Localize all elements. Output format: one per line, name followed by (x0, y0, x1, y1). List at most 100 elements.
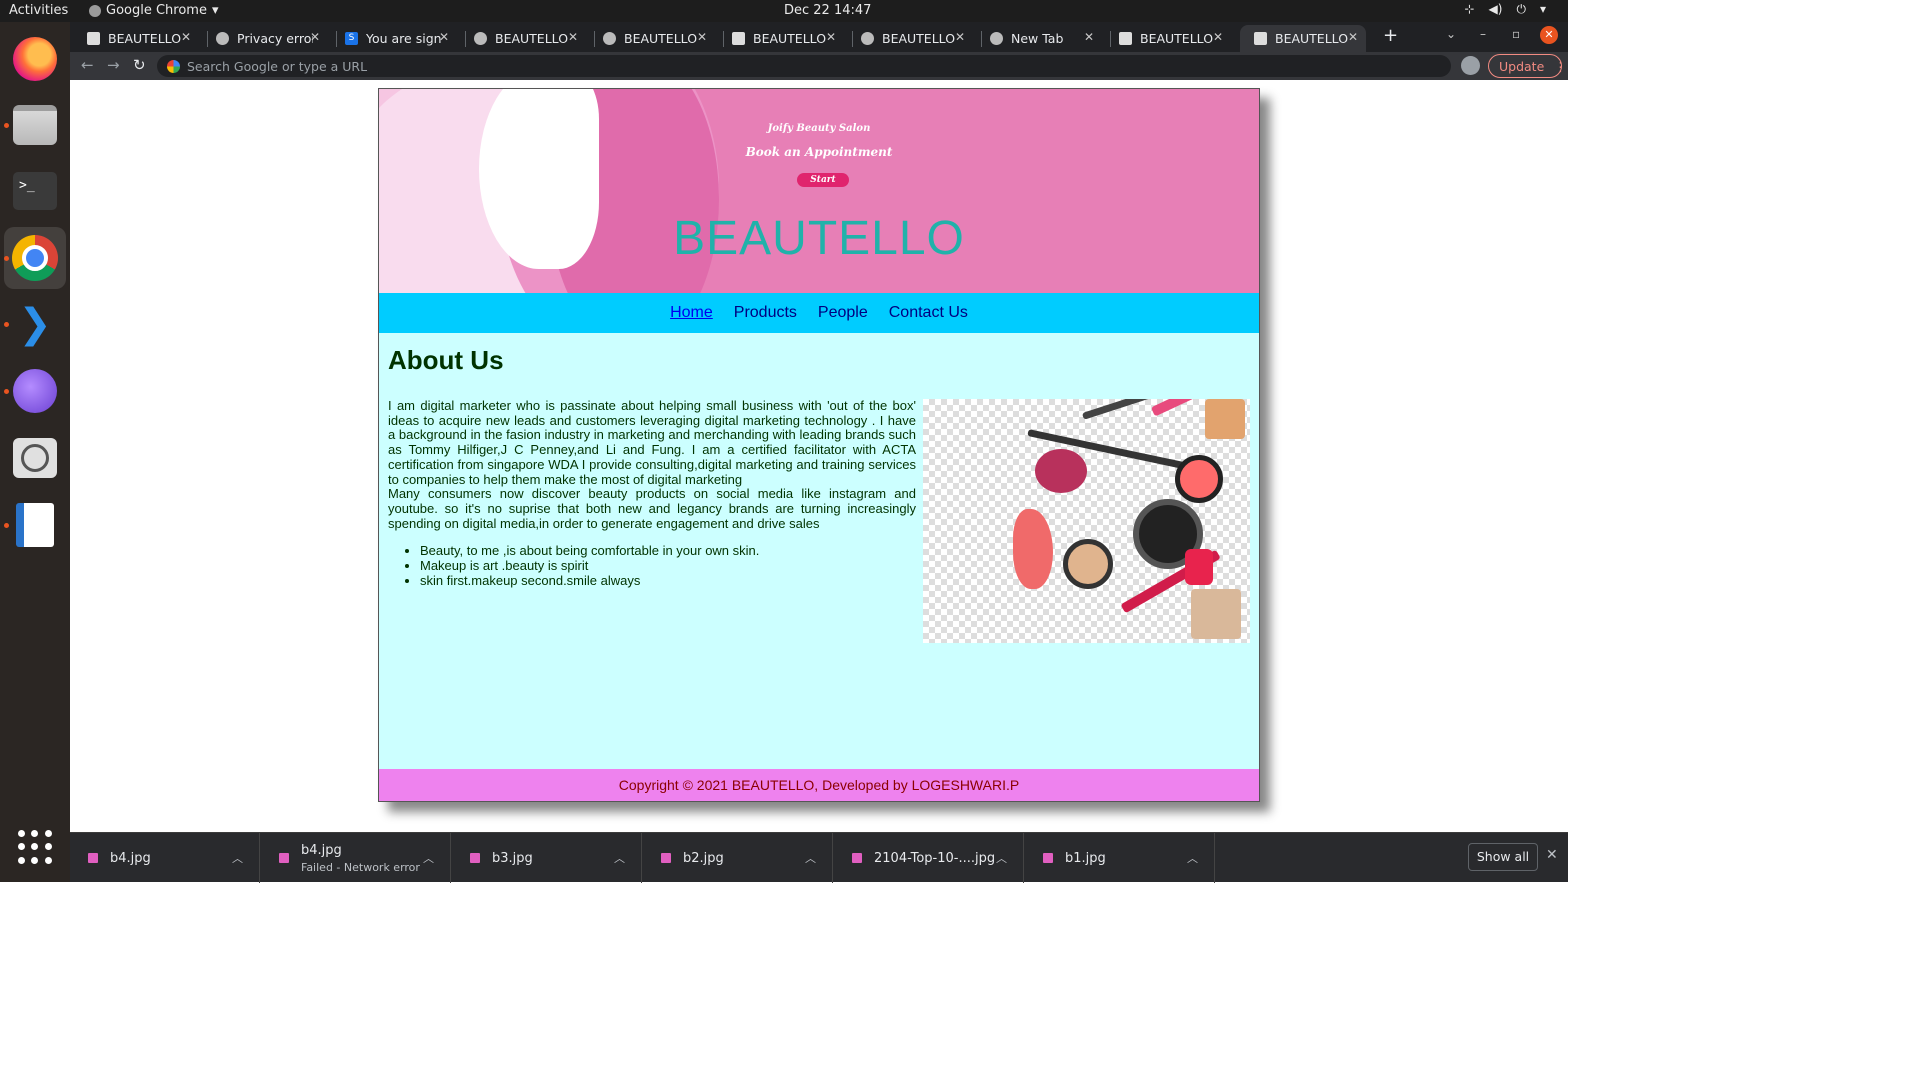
download-item[interactable]: b2.jpg ︿ (643, 833, 833, 883)
chevron-up-icon[interactable]: ︿ (805, 850, 816, 866)
tab[interactable]: BEAUTELLO ✕ (73, 25, 199, 52)
close-tab-icon[interactable]: ✕ (1084, 30, 1094, 44)
update-button[interactable]: Update ⋮ (1488, 54, 1567, 78)
tab-title: BEAUTELLO (624, 31, 698, 46)
close-tab-icon[interactable]: ✕ (1213, 30, 1223, 44)
book-appointment-text: Book an Appointment (745, 145, 893, 159)
page-viewport: Joify Beauty Salon Book an Appointment S… (70, 80, 1568, 832)
download-item[interactable]: b1.jpg ︿ (1025, 833, 1215, 883)
close-tab-icon[interactable]: ✕ (697, 30, 707, 44)
tab-title: BEAUTELLO (1140, 31, 1214, 46)
minimize-icon[interactable]: – (1480, 27, 1486, 41)
firefox-icon (13, 37, 57, 81)
chevron-down-icon: ▾ (1539, 2, 1546, 16)
chevron-up-icon[interactable]: ︿ (232, 850, 243, 866)
volume-icon: ◀) (1488, 2, 1503, 16)
image-file-icon (470, 853, 480, 863)
profile-icon[interactable] (1461, 56, 1480, 75)
image-file-icon (279, 853, 289, 863)
tab-search-icon[interactable]: ⌄ (1446, 27, 1456, 41)
blush-swatch (1013, 509, 1053, 589)
tab[interactable]: BEAUTELLO ✕ (718, 25, 844, 52)
close-tab-icon[interactable]: ✕ (1348, 30, 1358, 44)
tab[interactable]: BEAUTELLO ✕ (460, 25, 586, 52)
site-nav: Home Products People Contact Us (379, 293, 1259, 333)
download-item[interactable]: b4.jpg ︿ (70, 833, 260, 883)
show-apps-icon[interactable] (18, 830, 52, 864)
chevron-up-icon[interactable]: ︿ (1187, 850, 1198, 866)
image-viewer-icon (13, 438, 57, 478)
close-tab-icon[interactable]: ✕ (310, 30, 320, 44)
tab[interactable]: BEAUTELLO ✕ (589, 25, 715, 52)
back-icon[interactable]: ← (81, 56, 94, 74)
chevron-up-icon[interactable]: ︿ (614, 850, 625, 866)
tab-title: BEAUTELLO (882, 31, 956, 46)
writer-icon (16, 503, 54, 547)
forward-icon[interactable]: → (107, 56, 120, 74)
show-all-button[interactable]: Show all (1468, 843, 1538, 871)
close-tab-icon[interactable]: ✕ (568, 30, 578, 44)
tab-title: BEAUTELLO (495, 31, 569, 46)
tab[interactable]: New Tab ✕ (976, 25, 1102, 52)
dock-firefox[interactable] (10, 34, 60, 84)
dock-files[interactable] (10, 100, 60, 150)
browser-icon (13, 369, 57, 413)
foundation-bottle (1191, 589, 1241, 639)
nav-home[interactable]: Home (670, 304, 713, 322)
site-favicon (1119, 32, 1132, 45)
power-icon: ⏻ (1516, 2, 1526, 16)
vscode-icon: ❯ (18, 301, 52, 347)
clock[interactable]: Dec 22 14:47 (784, 3, 871, 18)
chrome-icon (12, 235, 58, 281)
tab[interactable]: Privacy error ✕ (202, 25, 328, 52)
dock-chrome[interactable] (4, 227, 66, 289)
close-window-icon[interactable]: ✕ (1540, 26, 1558, 44)
tab-title: BEAUTELLO (108, 31, 182, 46)
reload-icon[interactable]: ↻ (133, 56, 146, 74)
tab[interactable]: S You are signed✕ (331, 25, 457, 52)
nav-contact-us[interactable]: Contact Us (889, 304, 968, 322)
download-item[interactable]: b3.jpg ︿ (452, 833, 642, 883)
tab[interactable]: BEAUTELLO ✕ (1105, 25, 1231, 52)
address-bar[interactable]: Search Google or type a URL (157, 55, 1451, 77)
tab-active[interactable]: BEAUTELLO ✕ (1240, 25, 1366, 52)
activities-button[interactable]: Activities (9, 3, 68, 18)
tab[interactable]: BEAUTELLO ✕ (847, 25, 973, 52)
dock-vscode[interactable]: ❯ (10, 299, 60, 349)
nav-people[interactable]: People (818, 304, 868, 322)
dock-writer[interactable] (10, 500, 60, 550)
dock-terminal[interactable]: >_ (10, 166, 60, 216)
close-tab-icon[interactable]: ✕ (181, 30, 191, 44)
app-menu[interactable]: Google Chrome ▾ (89, 3, 219, 18)
chevron-down-icon: ▾ (211, 3, 219, 18)
close-tab-icon[interactable]: ✕ (955, 30, 965, 44)
close-tab-icon[interactable]: ✕ (439, 30, 449, 44)
system-tray[interactable]: ⊹ ◀) ⏻ ▾ (1464, 2, 1546, 17)
site-favicon (87, 32, 100, 45)
download-item[interactable]: b4.jpg Failed - Network error ︿ (261, 833, 451, 883)
app-menu-label: Google Chrome (106, 3, 207, 18)
start-button[interactable]: Start (797, 173, 849, 187)
site-favicon (1254, 32, 1267, 45)
hero-banner: Joify Beauty Salon Book an Appointment S… (379, 89, 1259, 293)
makeup-image (923, 399, 1250, 643)
dock-browser[interactable] (10, 366, 60, 416)
download-name: b3.jpg (492, 850, 533, 866)
close-shelf-icon[interactable]: ✕ (1546, 847, 1558, 863)
tab-title: BEAUTELLO (753, 31, 827, 46)
about-text: I am digital marketer who is passinate a… (388, 398, 916, 588)
chevron-up-icon[interactable]: ︿ (423, 850, 434, 866)
terminal-icon: >_ (13, 172, 57, 210)
network-icon: ⊹ (1464, 2, 1475, 16)
close-tab-icon[interactable]: ✕ (826, 30, 836, 44)
nav-products[interactable]: Products (734, 304, 797, 322)
system-top-bar: Activities Google Chrome ▾ Dec 22 14:47 … (0, 0, 1568, 22)
chevron-up-icon[interactable]: ︿ (996, 850, 1007, 866)
restore-icon[interactable]: ▫ (1512, 27, 1520, 41)
quotes-list: Beauty, to me ,is about being comfortabl… (388, 544, 916, 588)
brush-head (1035, 449, 1087, 493)
new-tab-icon[interactable]: + (1383, 25, 1398, 46)
dock-image-viewer[interactable] (10, 433, 60, 483)
tab-title: You are signed (366, 31, 442, 46)
download-item[interactable]: 2104-Top-10-....jpg ︿ (834, 833, 1024, 883)
